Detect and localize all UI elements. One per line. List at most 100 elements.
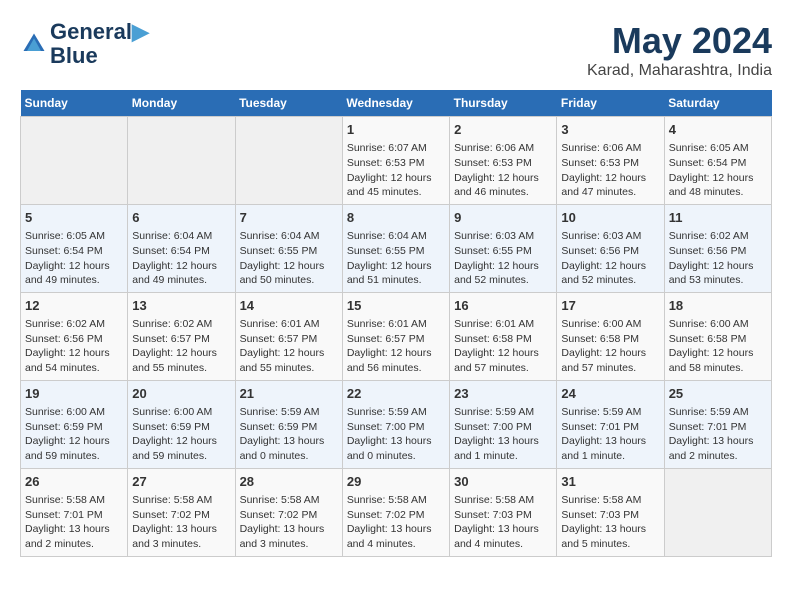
day-number: 9: [454, 209, 552, 227]
calendar-cell: 26 Sunrise: 5:58 AM Sunset: 7:01 PM Dayli…: [21, 468, 128, 556]
cell-content: Sunrise: 6:04 AM Sunset: 6:55 PM Dayligh…: [347, 229, 445, 288]
cell-content: Sunrise: 5:59 AM Sunset: 6:59 PM Dayligh…: [240, 405, 338, 464]
cell-content: Sunrise: 6:00 AM Sunset: 6:58 PM Dayligh…: [669, 317, 767, 376]
page-header: General▶ Blue May 2024 Karad, Maharashtr…: [20, 20, 772, 80]
calendar-cell: 1 Sunrise: 6:07 AM Sunset: 6:53 PM Daylig…: [342, 117, 449, 205]
cell-content: Sunrise: 6:01 AM Sunset: 6:57 PM Dayligh…: [347, 317, 445, 376]
calendar-table: SundayMondayTuesdayWednesdayThursdayFrid…: [20, 90, 772, 557]
day-number: 16: [454, 297, 552, 315]
calendar-cell: 21 Sunrise: 5:59 AM Sunset: 6:59 PM Dayli…: [235, 380, 342, 468]
calendar-cell: 23Sunrise: 5:59 AM Sunset: 7:00 PM Dayli…: [450, 380, 557, 468]
calendar-cell: 27 Sunrise: 5:58 AM Sunset: 7:02 PM Dayli…: [128, 468, 235, 556]
day-number: 13: [132, 297, 230, 315]
cell-content: Sunrise: 5:58 AM Sunset: 7:03 PM Dayligh…: [454, 493, 552, 552]
day-number: 6: [132, 209, 230, 227]
subtitle: Karad, Maharashtra, India: [587, 62, 772, 80]
cell-content: Sunrise: 6:04 AM Sunset: 6:55 PM Dayligh…: [240, 229, 338, 288]
calendar-cell: 20 Sunrise: 6:00 AM Sunset: 6:59 PM Dayli…: [128, 380, 235, 468]
day-header-friday: Friday: [557, 90, 664, 117]
calendar-cell: 18 Sunrise: 6:00 AM Sunset: 6:58 PM Dayli…: [664, 292, 771, 380]
calendar-cell: 4Sunrise: 6:05 AM Sunset: 6:54 PM Daylig…: [664, 117, 771, 205]
calendar-cell: 13 Sunrise: 6:02 AM Sunset: 6:57 PM Dayli…: [128, 292, 235, 380]
main-title: May 2024: [587, 20, 772, 62]
calendar-cell: 17Sunrise: 6:00 AM Sunset: 6:58 PM Dayli…: [557, 292, 664, 380]
cell-content: Sunrise: 6:06 AM Sunset: 6:53 PM Dayligh…: [454, 141, 552, 200]
calendar-cell: 25Sunrise: 5:59 AM Sunset: 7:01 PM Dayli…: [664, 380, 771, 468]
day-number: 12: [25, 297, 123, 315]
calendar-cell: 15 Sunrise: 6:01 AM Sunset: 6:57 PM Dayli…: [342, 292, 449, 380]
calendar-cell: [664, 468, 771, 556]
day-number: 5: [25, 209, 123, 227]
cell-content: Sunrise: 6:05 AM Sunset: 6:54 PM Dayligh…: [669, 141, 767, 200]
cell-content: Sunrise: 6:07 AM Sunset: 6:53 PM Dayligh…: [347, 141, 445, 200]
calendar-cell: 14Sunrise: 6:01 AM Sunset: 6:57 PM Dayli…: [235, 292, 342, 380]
calendar-week-4: 19 Sunrise: 6:00 AM Sunset: 6:59 PM Dayli…: [21, 380, 772, 468]
cell-content: Sunrise: 6:00 AM Sunset: 6:59 PM Dayligh…: [132, 405, 230, 464]
calendar-cell: 29Sunrise: 5:58 AM Sunset: 7:02 PM Dayli…: [342, 468, 449, 556]
cell-content: Sunrise: 6:04 AM Sunset: 6:54 PM Dayligh…: [132, 229, 230, 288]
cell-content: Sunrise: 6:01 AM Sunset: 6:58 PM Dayligh…: [454, 317, 552, 376]
day-number: 20: [132, 385, 230, 403]
cell-content: Sunrise: 5:59 AM Sunset: 7:01 PM Dayligh…: [669, 405, 767, 464]
cell-content: Sunrise: 5:58 AM Sunset: 7:01 PM Dayligh…: [25, 493, 123, 552]
logo-text: General▶ Blue: [50, 20, 149, 68]
cell-content: Sunrise: 6:02 AM Sunset: 6:57 PM Dayligh…: [132, 317, 230, 376]
cell-content: Sunrise: 6:02 AM Sunset: 6:56 PM Dayligh…: [669, 229, 767, 288]
cell-content: Sunrise: 6:06 AM Sunset: 6:53 PM Dayligh…: [561, 141, 659, 200]
calendar-cell: 31 Sunrise: 5:58 AM Sunset: 7:03 PM Dayli…: [557, 468, 664, 556]
calendar-cell: 12 Sunrise: 6:02 AM Sunset: 6:56 PM Dayli…: [21, 292, 128, 380]
day-header-thursday: Thursday: [450, 90, 557, 117]
day-number: 15: [347, 297, 445, 315]
cell-content: Sunrise: 5:59 AM Sunset: 7:00 PM Dayligh…: [347, 405, 445, 464]
calendar-cell: 6 Sunrise: 6:04 AM Sunset: 6:54 PM Daylig…: [128, 204, 235, 292]
cell-content: Sunrise: 6:03 AM Sunset: 6:55 PM Dayligh…: [454, 229, 552, 288]
calendar-week-5: 26 Sunrise: 5:58 AM Sunset: 7:01 PM Dayli…: [21, 468, 772, 556]
day-number: 21: [240, 385, 338, 403]
cell-content: Sunrise: 5:58 AM Sunset: 7:03 PM Dayligh…: [561, 493, 659, 552]
day-number: 17: [561, 297, 659, 315]
title-block: May 2024 Karad, Maharashtra, India: [587, 20, 772, 80]
day-number: 3: [561, 121, 659, 139]
day-number: 24: [561, 385, 659, 403]
day-number: 22: [347, 385, 445, 403]
calendar-cell: 9 Sunrise: 6:03 AM Sunset: 6:55 PM Daylig…: [450, 204, 557, 292]
calendar-cell: 5 Sunrise: 6:05 AM Sunset: 6:54 PM Daylig…: [21, 204, 128, 292]
cell-content: Sunrise: 5:58 AM Sunset: 7:02 PM Dayligh…: [132, 493, 230, 552]
cell-content: Sunrise: 6:05 AM Sunset: 6:54 PM Dayligh…: [25, 229, 123, 288]
calendar-cell: 22 Sunrise: 5:59 AM Sunset: 7:00 PM Dayli…: [342, 380, 449, 468]
cell-content: Sunrise: 5:59 AM Sunset: 7:01 PM Dayligh…: [561, 405, 659, 464]
day-number: 8: [347, 209, 445, 227]
calendar-cell: 16 Sunrise: 6:01 AM Sunset: 6:58 PM Dayli…: [450, 292, 557, 380]
calendar-cell: 11 Sunrise: 6:02 AM Sunset: 6:56 PM Dayli…: [664, 204, 771, 292]
calendar-cell: 19 Sunrise: 6:00 AM Sunset: 6:59 PM Dayli…: [21, 380, 128, 468]
day-number: 31: [561, 473, 659, 491]
cell-content: Sunrise: 6:03 AM Sunset: 6:56 PM Dayligh…: [561, 229, 659, 288]
day-header-sunday: Sunday: [21, 90, 128, 117]
cell-content: Sunrise: 6:01 AM Sunset: 6:57 PM Dayligh…: [240, 317, 338, 376]
day-header-tuesday: Tuesday: [235, 90, 342, 117]
calendar-cell: 7 Sunrise: 6:04 AM Sunset: 6:55 PM Daylig…: [235, 204, 342, 292]
cell-content: Sunrise: 6:02 AM Sunset: 6:56 PM Dayligh…: [25, 317, 123, 376]
day-number: 11: [669, 209, 767, 227]
day-number: 18: [669, 297, 767, 315]
day-header-wednesday: Wednesday: [342, 90, 449, 117]
day-number: 1: [347, 121, 445, 139]
calendar-cell: [128, 117, 235, 205]
calendar-week-3: 12 Sunrise: 6:02 AM Sunset: 6:56 PM Dayli…: [21, 292, 772, 380]
calendar-cell: [235, 117, 342, 205]
day-number: 30: [454, 473, 552, 491]
day-number: 27: [132, 473, 230, 491]
cell-content: Sunrise: 6:00 AM Sunset: 6:59 PM Dayligh…: [25, 405, 123, 464]
day-header-monday: Monday: [128, 90, 235, 117]
day-number: 29: [347, 473, 445, 491]
calendar-cell: 3 Sunrise: 6:06 AM Sunset: 6:53 PM Daylig…: [557, 117, 664, 205]
day-number: 19: [25, 385, 123, 403]
calendar-cell: 24 Sunrise: 5:59 AM Sunset: 7:01 PM Dayli…: [557, 380, 664, 468]
day-number: 7: [240, 209, 338, 227]
day-number: 2: [454, 121, 552, 139]
calendar-cell: [21, 117, 128, 205]
calendar-body: 1 Sunrise: 6:07 AM Sunset: 6:53 PM Daylig…: [21, 117, 772, 557]
day-number: 26: [25, 473, 123, 491]
calendar-cell: 10Sunrise: 6:03 AM Sunset: 6:56 PM Dayli…: [557, 204, 664, 292]
calendar-cell: 8 Sunrise: 6:04 AM Sunset: 6:55 PM Daylig…: [342, 204, 449, 292]
